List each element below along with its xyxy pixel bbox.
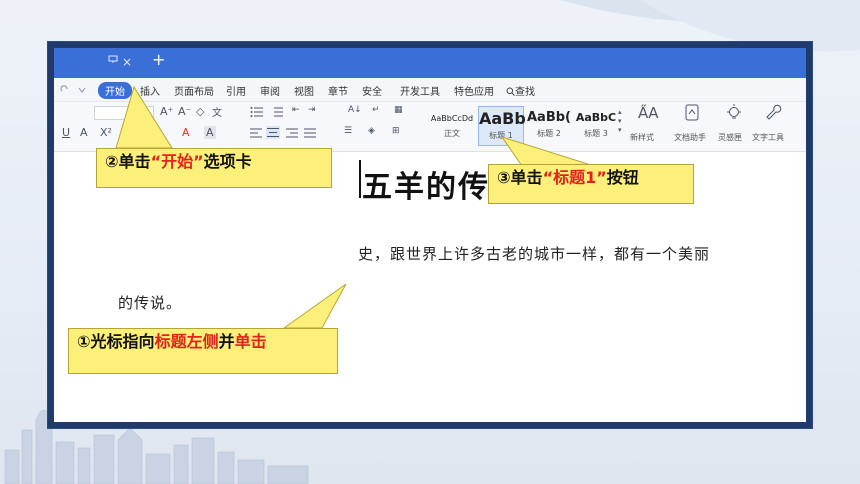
redo-icon[interactable] [60,84,70,94]
ribbon-toolbar: A⁺ A⁻ ◇ 文 U A X² A A ⇤ ⇥ A↓ ↵ ▦ ☰ ◈ ⊞ Aa… [54,102,806,152]
tab-review[interactable]: 审阅 [260,83,280,98]
style-heading-2-sample: AaBb( [527,110,571,125]
font-color-icon[interactable]: A [182,126,190,139]
clear-format-icon[interactable]: ◇ [196,105,204,118]
style-heading-3[interactable]: AaBbC 标题 3 [574,106,618,146]
wrench-icon[interactable] [766,104,782,122]
char-shading-icon[interactable]: A [204,126,216,139]
inspiration-label[interactable]: 灵感匣 [718,132,742,143]
increase-font-icon[interactable]: A⁺ [160,105,173,118]
tab-security[interactable]: 安全 [362,83,382,98]
pin-icon[interactable] [108,54,118,64]
tab-references[interactable]: 引用 [226,83,246,98]
doc-helper-label[interactable]: 文档助手 [674,132,706,143]
tab-home[interactable]: 开始 [98,82,132,99]
tab-page-layout[interactable]: 页面布局 [174,83,214,98]
align-right-icon[interactable] [286,128,298,138]
numbered-list-icon[interactable] [270,106,284,118]
sort-icon[interactable]: A↓ [348,105,362,115]
styles-scroll-icon[interactable]: ▴ ▾ ▾ [618,108,622,135]
style-normal-sample: AaBbCcDd [430,114,474,123]
document-paragraph-line[interactable]: 史，跟世界上许多古老的城市一样，都有一个美丽 [358,243,710,264]
callout-1-text-b: 标题左侧 [154,332,219,351]
tab-find[interactable]: 查找 [506,83,535,98]
close-tab-icon[interactable]: × [122,55,132,69]
style-heading-1-sample: AaBb [479,109,526,128]
doc-helper-icon[interactable] [684,104,700,122]
style-heading-1-label: 标题 1 [489,131,513,140]
superscript-icon[interactable]: X² [100,126,112,139]
callout-2-text-b: “开始” [150,152,204,171]
callout-2-text-c: 选项卡 [203,152,252,171]
text-cursor [359,160,361,198]
lightbulb-icon[interactable] [726,104,742,122]
callout-3-text-a: ③单击 [497,168,543,187]
strikethrough-icon[interactable]: A [80,126,88,139]
title-bar: × + [54,48,806,78]
new-tab-button[interactable]: + [152,52,165,68]
menu-tab-bar: 开始 插入 页面布局 引用 审阅 视图 章节 安全 开发工具 特色应用 查找 [54,78,806,102]
decrease-font-icon[interactable]: A⁻ [178,105,191,118]
text-tools-label[interactable]: 文字工具 [752,132,784,143]
callout-1-text-c: 并 [218,332,235,351]
app-window-frame: × + 开始 插入 页面布局 引用 审阅 视图 章节 安全 开发工具 特色应用 [48,42,812,428]
callout-3-text-c: 按钮 [606,168,639,187]
table-icon[interactable]: ▦ [394,105,403,115]
bullet-list-icon[interactable] [250,106,264,118]
callout-step-1: ①光标指向标题左侧并单击 [68,328,338,374]
phonetic-icon[interactable]: 文 [212,104,222,119]
style-heading-2-label: 标题 2 [537,129,561,138]
borders-icon[interactable]: ⊞ [392,126,400,136]
tab-insert[interactable]: 插入 [140,83,160,98]
tab-special-apps[interactable]: 特色应用 [454,83,494,98]
style-heading-1[interactable]: AaBb 标题 1 [478,106,526,146]
tab-view[interactable]: 视图 [294,83,314,98]
new-style-label[interactable]: 新样式 [630,132,654,143]
tab-developer[interactable]: 开发工具 [400,83,440,98]
style-normal-label: 正文 [444,129,460,138]
style-heading-3-sample: AaBbC [575,111,617,124]
callout-1-text-d: 单击 [234,332,267,351]
quick-access-dropdown-icon[interactable] [78,86,86,94]
callout-3-text-b: “标题1” [542,168,607,187]
tab-find-label: 查找 [515,87,535,98]
callout-1-text-a: ①光标指向 [77,332,155,351]
callout-2-text-a: ②单击 [105,152,151,171]
style-normal[interactable]: AaBbCcDd 正文 [428,106,476,146]
shading-icon[interactable]: ◈ [368,126,375,136]
document-paragraph-line[interactable]: 的传说。 [118,292,182,313]
indent-increase-icon[interactable]: ⇥ [308,105,316,115]
indent-decrease-icon[interactable]: ⇤ [292,105,300,115]
style-heading-2[interactable]: AaBb( 标题 2 [526,106,572,146]
tab-sections[interactable]: 章节 [328,83,348,98]
underline-icon[interactable]: U [62,126,70,139]
callout-step-2: ②单击“开始”选项卡 [96,148,332,188]
new-style-icon[interactable]: A̋A [638,104,659,122]
line-spacing-icon[interactable]: ☰ [344,126,352,136]
search-icon [506,87,515,96]
style-heading-3-label: 标题 3 [584,129,608,138]
font-size-box[interactable] [94,106,154,120]
show-marks-icon[interactable]: ↵ [372,105,380,115]
align-left-icon[interactable] [250,128,262,138]
justify-icon[interactable] [304,128,316,138]
align-center-icon[interactable] [266,126,280,139]
callout-step-3: ③单击“标题1”按钮 [488,164,694,204]
